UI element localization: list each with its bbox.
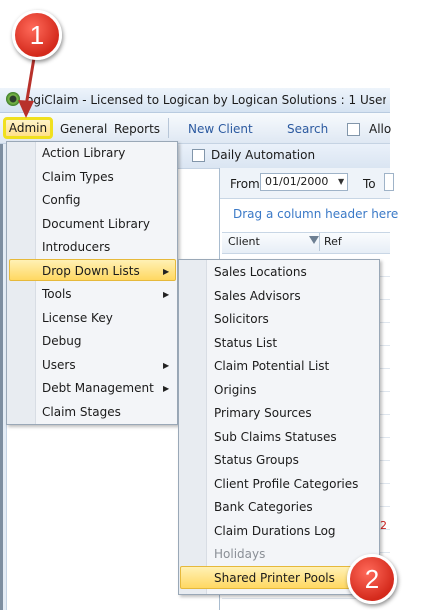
callout-arrowhead (18, 100, 34, 118)
callout-badge-2: 2 (347, 554, 397, 604)
callout-arrow-line (24, 57, 36, 107)
callout-badge-1: 1 (12, 10, 62, 60)
callout-arrow (18, 57, 36, 118)
